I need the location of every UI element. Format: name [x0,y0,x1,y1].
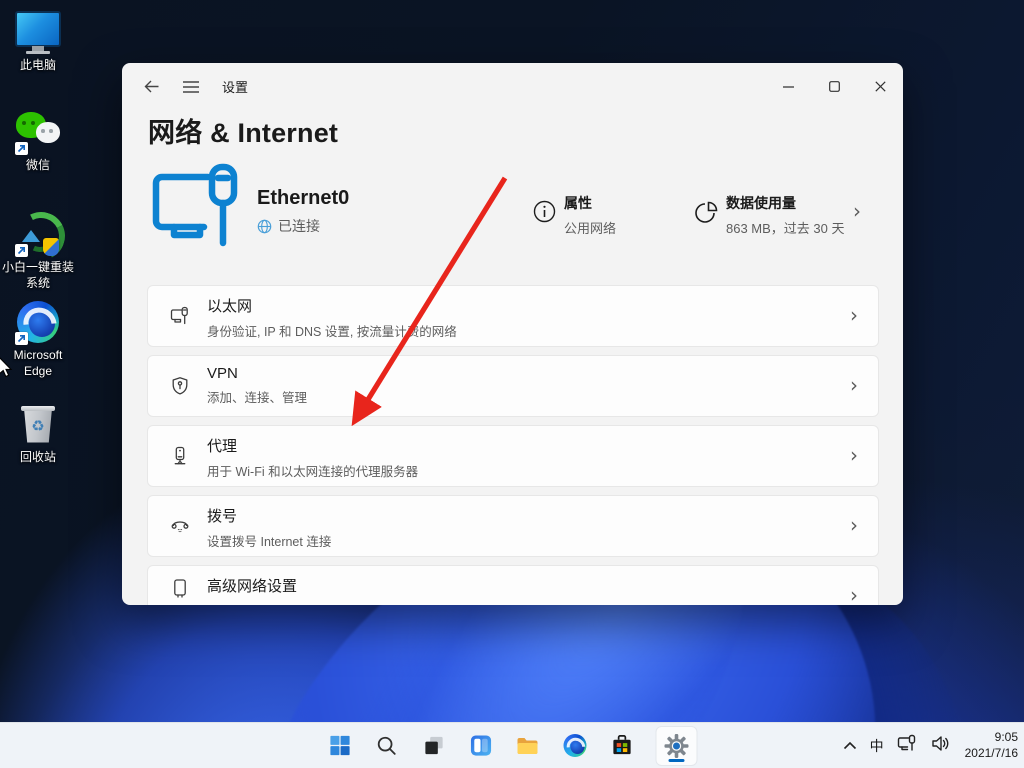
connection-status-text: 已连接 [278,218,320,234]
microsoft-store-icon [612,735,631,755]
advanced-settings-icon [174,579,186,598]
edge-icon [563,734,586,757]
taskbar: 中 9:05 2021/7/16 [0,722,1024,768]
list-item-subtitle: 添加、连接、管理 [207,391,308,405]
list-item-subtitle: 用于 Wi-Fi 和以太网连接的代理服务器 [207,465,419,479]
desktop-icon-recycle-bin[interactable]: ♻ 回收站 [2,400,74,466]
wechat-icon [14,108,62,156]
data-usage-title: 数据使用量 [726,195,796,211]
back-button[interactable] [134,70,168,104]
ethernet-icon [170,306,188,325]
list-item-vpn[interactable]: VPN 添加、连接、管理 › [147,355,879,417]
windows-logo-icon [329,735,350,756]
proxy-server-icon [174,446,186,465]
xiaobai-reinstall-icon [10,205,72,267]
microsoft-store-button[interactable] [609,733,635,759]
page-title: 网络 & Internet [148,118,339,148]
file-explorer-icon [517,737,538,754]
ethernet-network-icon [897,734,915,751]
data-usage-block[interactable]: 数据使用量 863 MB，过去 30 天 [726,193,845,237]
task-view-button[interactable] [421,733,447,759]
desktop-icon-label: 回收站 [19,450,56,464]
chevron-right-icon: › [853,199,861,223]
chevron-right-icon: › [850,373,858,397]
properties-subtitle: 公用网络 [564,221,617,236]
list-item-subtitle: 身份验证, IP 和 DNS 设置, 按流量计费的网络 [207,325,457,339]
connection-name: Ethernet0 [257,187,350,209]
list-item-subtitle: 设置拨号 Internet 连接 [207,535,332,549]
data-usage-subtitle: 863 MB，过去 30 天 [726,221,845,236]
titlebar[interactable]: 设置 [122,63,903,110]
widgets-button[interactable] [468,733,494,759]
shortcut-arrow-icon [15,142,28,155]
tray-show-hidden-icons[interactable] [843,737,857,755]
list-item-advanced-network[interactable]: 高级网络设置 › [147,565,879,605]
edge-button[interactable] [562,733,588,759]
widgets-icon [470,735,491,756]
list-item-title: 拨号 [207,508,238,525]
clock-date: 2021/7/16 [964,745,1018,760]
tray-volume-button[interactable] [931,735,950,757]
data-usage-chevron[interactable]: › [853,201,861,223]
properties-title: 属性 [564,195,592,211]
ime-indicator[interactable]: 中 [870,736,884,756]
list-item-title: 高级网络设置 [207,578,298,595]
this-pc-icon [14,8,62,56]
desktop-icon-label: 此电脑 [19,58,56,72]
desktop-icon-label: 小白一键重装 系统 [2,260,75,290]
chevron-right-icon: › [850,513,858,537]
shortcut-arrow-icon [15,332,28,345]
list-item-title: 以太网 [207,298,253,315]
chevron-right-icon: › [850,443,858,467]
dialup-phone-icon [171,521,189,533]
vpn-shield-icon [172,377,188,395]
list-item-title: VPN [207,365,238,382]
settings-gear-icon [664,733,689,758]
hamburger-menu-button[interactable] [174,70,208,104]
close-button[interactable] [857,63,903,110]
list-item-title: 代理 [207,438,238,455]
chevron-right-icon: › [850,583,858,605]
minimize-button[interactable] [765,63,811,110]
info-icon [533,200,556,228]
connection-status: 已连接 [257,216,320,236]
tray-network-button[interactable] [897,734,918,758]
task-view-icon [424,736,443,755]
list-item-ethernet[interactable]: 以太网 身份验证, IP 和 DNS 设置, 按流量计费的网络 › [147,285,879,347]
edge-icon [14,298,62,346]
search-icon [377,736,396,755]
desktop-icon-this-pc[interactable]: 此电脑 [2,8,74,74]
file-explorer-button[interactable] [515,733,541,759]
list-item-dialup[interactable]: 拨号 设置拨号 Internet 连接 › [147,495,879,557]
clock-time: 9:05 [994,729,1018,744]
desktop-icon-wechat[interactable]: 微信 [2,108,74,174]
titlebar-title: 设置 [222,80,249,95]
desktop-icon-label: 微信 [25,158,50,172]
settings-button-active[interactable] [655,725,698,766]
tray-clock[interactable]: 9:05 2021/7/16 [965,730,1018,761]
chevron-up-icon [843,741,856,749]
recycle-bin-icon: ♻ [14,400,62,448]
chevron-right-icon: › [850,303,858,327]
list-item-proxy[interactable]: 代理 用于 Wi-Fi 和以太网连接的代理服务器 › [147,425,879,487]
maximize-button[interactable] [811,63,857,110]
pie-chart-icon [694,200,719,230]
speaker-icon [931,735,948,751]
globe-icon [257,219,272,233]
settings-list: 以太网 身份验证, IP 和 DNS 设置, 按流量计费的网络 › VPN 添加… [147,285,879,605]
desktop-icon-xiaobai-reinstall[interactable]: 小白一键重装 系统 [2,205,75,291]
mouse-cursor [0,357,13,378]
desktop-icon-label: Microsoft Edge [13,348,63,378]
settings-window: 设置 网络 & Internet Ethernet0 已连接 属性 公用网络 数… [122,63,903,605]
search-button[interactable] [374,733,400,759]
start-button[interactable] [327,733,353,759]
ethernet-hero-icon [148,159,240,256]
properties-block[interactable]: 属性 公用网络 [564,193,616,237]
shortcut-arrow-icon [15,244,28,257]
